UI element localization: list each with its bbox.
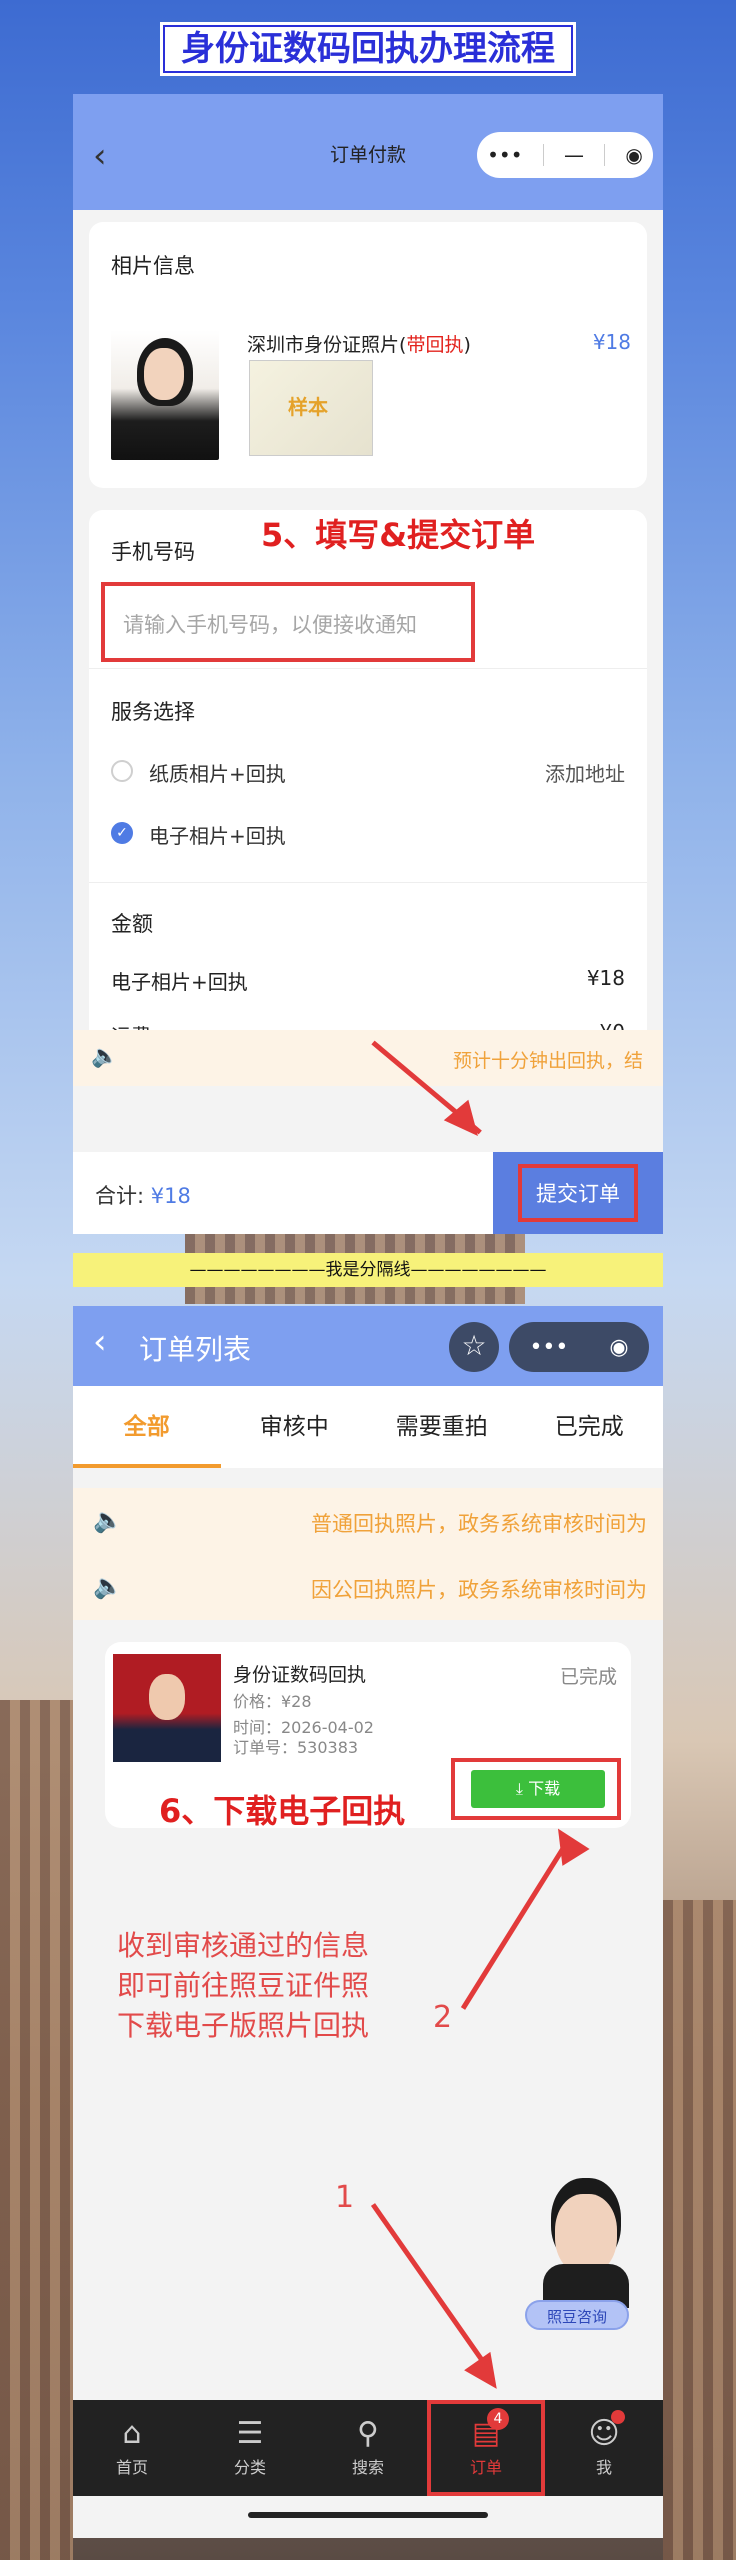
- submit-order-button[interactable]: 提交订单: [493, 1152, 663, 1234]
- close-target-icon[interactable]: ◉: [609, 1335, 628, 1360]
- hint-line: 下载电子版照片回执: [117, 2009, 370, 2042]
- amount-section-title: 金额: [111, 912, 153, 936]
- product-price: ¥18: [592, 330, 631, 354]
- sample-stamp: 样本: [288, 395, 328, 419]
- order-count-badge: 4: [487, 2408, 509, 2430]
- annotation-number-2: 2: [433, 2000, 453, 2035]
- bottom-tab-bar: ⌂ 首页 ☰ 分类 ⚲ 搜索 ▤ 订单 4 ☺ 我: [73, 2400, 663, 2496]
- order-form-card: 手机号码 5、填写&提交订单 请输入手机号码，以便接收通知 服务选择 纸质相片+…: [89, 510, 647, 1054]
- order-photo-thumbnail: [113, 1654, 221, 1762]
- radio-paper[interactable]: [111, 760, 133, 782]
- background-building-right: [663, 1900, 736, 2560]
- capsule-divider: [542, 144, 544, 166]
- more-icon[interactable]: •••: [487, 143, 522, 167]
- phone-section-title: 手机号码: [111, 540, 195, 564]
- product-name: 深圳市身份证照片(带回执): [247, 334, 471, 356]
- total-amount: 合计: ¥18: [95, 1184, 191, 1208]
- home-indicator: [248, 2512, 488, 2518]
- speaker-icon: 🔈: [91, 1044, 119, 1069]
- more-icon[interactable]: •••: [529, 1335, 568, 1360]
- banner-title: 身份证数码回执办理流程: [160, 22, 576, 76]
- nav-bar: ‹ 订单付款 ••• — ◉: [73, 94, 663, 210]
- order-list-screen: ‹ 订单列表 ☆ ••• ◉ 全部 审核中 需要重拍 已完成 🔈 普通回执照片，…: [73, 1306, 663, 2538]
- separator-bar: ————————我是分隔线————————: [73, 1253, 663, 1287]
- assistant-avatar: [555, 2194, 617, 2274]
- notice-text: 普通回执照片，政务系统审核时间为: [311, 1512, 647, 1536]
- tab-retake[interactable]: 需要重拍: [368, 1386, 516, 1468]
- radio-electronic-checked[interactable]: ✓: [111, 822, 133, 844]
- tab-completed[interactable]: 已完成: [516, 1386, 664, 1468]
- minimize-icon[interactable]: —: [564, 143, 584, 167]
- order-payment-screen: ‹ 订单付款 ••• — ◉ 相片信息 深圳市身份证照片(带回执) ¥18 样本…: [73, 94, 663, 1234]
- add-address-link[interactable]: 添加地址: [545, 758, 625, 787]
- annotation-arrow: [370, 2203, 490, 2370]
- tab-home[interactable]: ⌂ 首页: [73, 2400, 191, 2496]
- option-electronic-label[interactable]: 电子相片+回执: [149, 820, 286, 849]
- speaker-icon: 🔈: [93, 1506, 123, 1534]
- order-number: 订单号：530383: [233, 1738, 359, 1757]
- portrait-photo: [111, 330, 219, 460]
- tab-all[interactable]: 全部: [73, 1386, 221, 1468]
- notice-bar: 🔈 普通回执照片，政务系统审核时间为: [73, 1488, 663, 1554]
- tab-reviewing[interactable]: 审核中: [221, 1386, 369, 1468]
- notice-bar: 🔈 预计十分钟出回执，结: [73, 1030, 663, 1086]
- tab-category[interactable]: ☰ 分类: [191, 2400, 309, 2496]
- option-paper-label[interactable]: 纸质相片+回执: [149, 758, 286, 787]
- divider: [89, 882, 647, 883]
- hint-line: 收到审核通过的信息: [117, 1929, 370, 1962]
- speaker-icon: 🔈: [93, 1572, 123, 1600]
- hint-line: 即可前往照豆证件照: [117, 1969, 370, 2002]
- photo-info-card: 相片信息 深圳市身份证照片(带回执) ¥18 样本: [89, 222, 647, 488]
- photo-info-title: 相片信息: [111, 254, 195, 278]
- page-title: 订单列表: [139, 1333, 252, 1366]
- download-button[interactable]: ⤓ 下载: [471, 1770, 605, 1808]
- close-target-icon[interactable]: ◉: [625, 143, 642, 167]
- notice-bar: 🔈 因公回执照片，政务系统审核时间为: [73, 1554, 663, 1620]
- tab-orders[interactable]: ▤ 订单 4: [427, 2400, 545, 2496]
- order-icon: ▤: [471, 2416, 501, 2451]
- capsule-divider: [604, 144, 606, 166]
- divider: [89, 668, 647, 669]
- annotation-arrowhead: [464, 2351, 510, 2399]
- mini-program-capsule: ••• — ◉: [477, 132, 653, 178]
- user-icon: ☺: [588, 2416, 620, 2451]
- notice-text: 预计十分钟出回执，结: [452, 1050, 643, 1072]
- phone-input[interactable]: 请输入手机号码，以便接收通知: [117, 594, 457, 654]
- notification-dot: [611, 2410, 625, 2424]
- assistant-chat-button[interactable]: 照豆咨询: [525, 2300, 629, 2330]
- order-status: 已完成: [559, 1666, 617, 1688]
- annotation-number-1: 1: [335, 2180, 355, 2215]
- amount-row-value: ¥18: [586, 966, 625, 990]
- order-tabs: 全部 审核中 需要重拍 已完成: [73, 1386, 663, 1468]
- mini-program-capsule: ••• ◉: [509, 1322, 649, 1372]
- amount-row-label: 电子相片+回执: [111, 970, 248, 994]
- annotation-arrow: [460, 1837, 572, 2010]
- order-price: 价格：¥28: [233, 1692, 312, 1711]
- service-section-title: 服务选择: [111, 700, 195, 724]
- order-name: 身份证数码回执: [233, 1664, 367, 1686]
- step5-annotation: 5、填写&提交订单: [261, 516, 536, 554]
- background-building-left: [0, 1700, 73, 2560]
- receipt-sample-image: 样本: [249, 360, 373, 456]
- nav-bar: ‹ 订单列表 ☆ ••• ◉: [73, 1306, 663, 1386]
- home-icon: ⌂: [122, 2416, 142, 2451]
- star-icon[interactable]: ☆: [449, 1322, 499, 1372]
- category-icon: ☰: [236, 2416, 264, 2451]
- back-icon[interactable]: ‹: [93, 1322, 107, 1362]
- checkout-bar: 合计: ¥18 提交订单: [73, 1152, 663, 1234]
- step6-annotation: 6、下载电子回执: [159, 1792, 406, 1830]
- assistant-widget[interactable]: 照豆咨询: [525, 2194, 645, 2332]
- tab-search[interactable]: ⚲ 搜索: [309, 2400, 427, 2496]
- tab-me[interactable]: ☺ 我: [545, 2400, 663, 2496]
- notice-text: 因公回执照片，政务系统审核时间为: [311, 1578, 647, 1602]
- search-icon: ⚲: [357, 2416, 379, 2451]
